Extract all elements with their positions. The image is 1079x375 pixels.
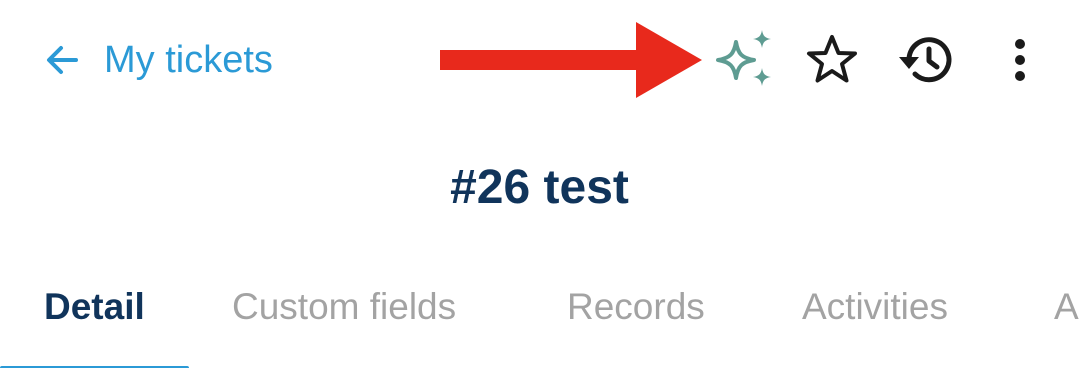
sparkles-icon: [712, 28, 776, 92]
more-vertical-icon: [1010, 36, 1030, 84]
tab-detail[interactable]: Detail: [44, 282, 145, 332]
favorite-button[interactable]: [800, 28, 864, 92]
history-button[interactable]: [894, 28, 958, 92]
tab-records[interactable]: Records: [567, 282, 705, 332]
ticket-title: #26 test: [450, 161, 629, 214]
history-icon: [895, 29, 957, 91]
ai-assist-button[interactable]: [712, 28, 776, 92]
star-outline-icon: [804, 32, 860, 88]
ticket-screen: My tickets #26 test Detail Custom fields…: [0, 0, 1079, 375]
active-tab-indicator: [0, 366, 189, 368]
back-link-label: My tickets: [104, 39, 273, 81]
ticket-tabs: Detail Custom fields Records Activities …: [0, 268, 1079, 368]
tab-activities[interactable]: Activities: [802, 282, 948, 332]
more-options-button[interactable]: [988, 28, 1052, 92]
tab-custom-fields[interactable]: Custom fields: [232, 282, 456, 332]
back-to-my-tickets-link[interactable]: My tickets: [44, 34, 273, 86]
arrow-left-icon: [44, 42, 80, 78]
tab-truncated[interactable]: A: [1054, 282, 1079, 332]
annotation-arrow: [440, 22, 702, 98]
